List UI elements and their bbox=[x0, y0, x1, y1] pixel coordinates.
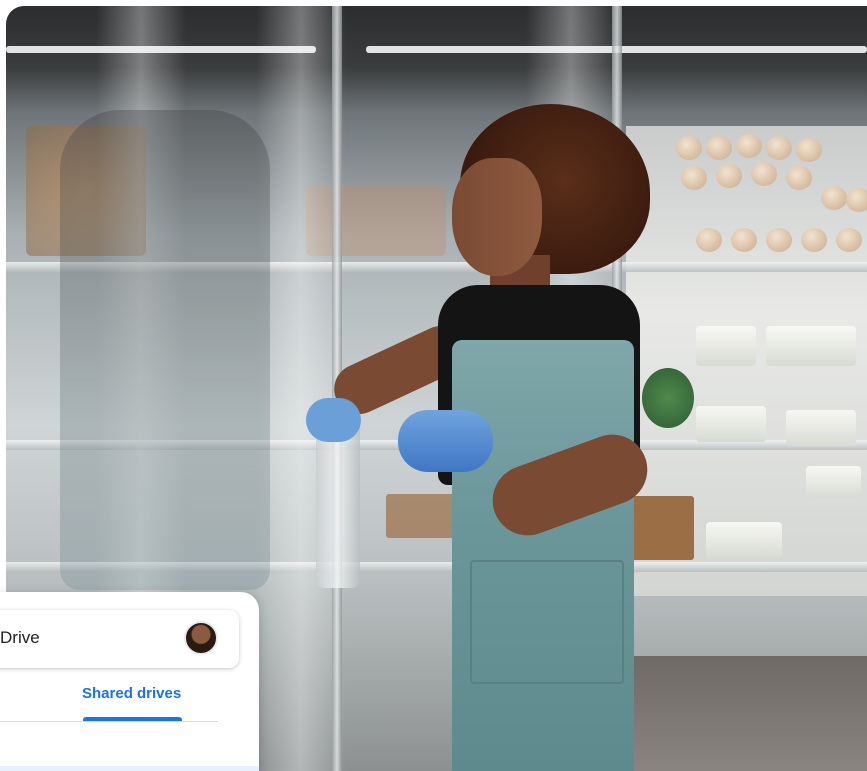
tab-divider bbox=[0, 721, 218, 722]
worker-apron bbox=[452, 340, 634, 771]
glove bbox=[398, 410, 493, 472]
apron-pocket bbox=[470, 560, 624, 684]
glass-reflection bbox=[60, 110, 270, 590]
glove bbox=[306, 398, 361, 442]
worker-face bbox=[452, 158, 542, 276]
search-bar-text[interactable]: Drive bbox=[0, 628, 40, 648]
door-handle bbox=[316, 418, 360, 588]
user-avatar-icon[interactable] bbox=[184, 621, 218, 655]
list-item-highlight[interactable] bbox=[0, 766, 259, 771]
tab-shared-drives[interactable]: Shared drives bbox=[82, 685, 181, 702]
